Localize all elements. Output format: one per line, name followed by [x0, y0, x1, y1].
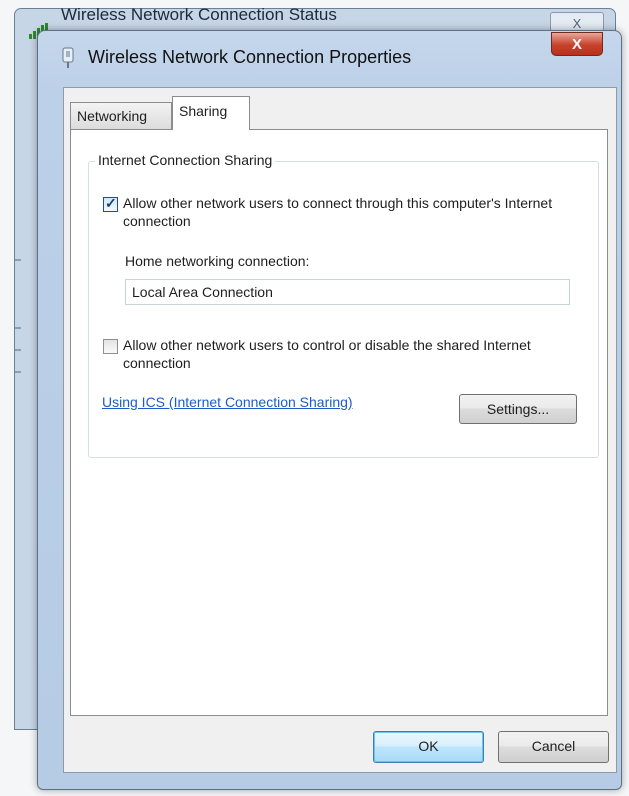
- tab-sharing[interactable]: Sharing: [172, 96, 250, 130]
- group-title: Internet Connection Sharing: [95, 152, 276, 168]
- sharing-tab-panel: Internet Connection Sharing ✓ Allow othe…: [70, 129, 608, 716]
- background-window-title: Wireless Network Connection Status: [61, 5, 337, 24]
- allow-control-label[interactable]: Allow other network users to control or …: [123, 336, 563, 372]
- allow-connect-checkbox[interactable]: ✓: [103, 195, 118, 212]
- close-button[interactable]: X: [551, 32, 603, 56]
- internet-connection-sharing-group: Internet Connection Sharing ✓ Allow othe…: [88, 152, 599, 458]
- check-mark-icon: ✓: [105, 195, 117, 211]
- ics-help-link[interactable]: Using ICS (Internet Connection Sharing): [102, 394, 353, 410]
- allow-control-checkbox[interactable]: [103, 339, 118, 354]
- network-adapter-icon: [62, 47, 74, 68]
- close-icon: X: [571, 35, 582, 53]
- settings-button[interactable]: Settings...: [459, 394, 577, 424]
- home-networking-field[interactable]: Local Area Connection: [125, 279, 570, 305]
- tab-networking[interactable]: Networking: [70, 102, 172, 129]
- cancel-button[interactable]: Cancel: [498, 731, 609, 763]
- dialog-title: Wireless Network Connection Properties: [88, 47, 412, 67]
- properties-dialog: Wireless Network Connection Properties X…: [37, 30, 622, 790]
- ok-button[interactable]: OK: [373, 731, 484, 763]
- dialog-client-area: Networking Sharing Internet Connection S…: [63, 87, 617, 773]
- home-networking-label: Home networking connection:: [125, 253, 310, 269]
- allow-connect-label[interactable]: Allow other network users to connect thr…: [123, 194, 563, 230]
